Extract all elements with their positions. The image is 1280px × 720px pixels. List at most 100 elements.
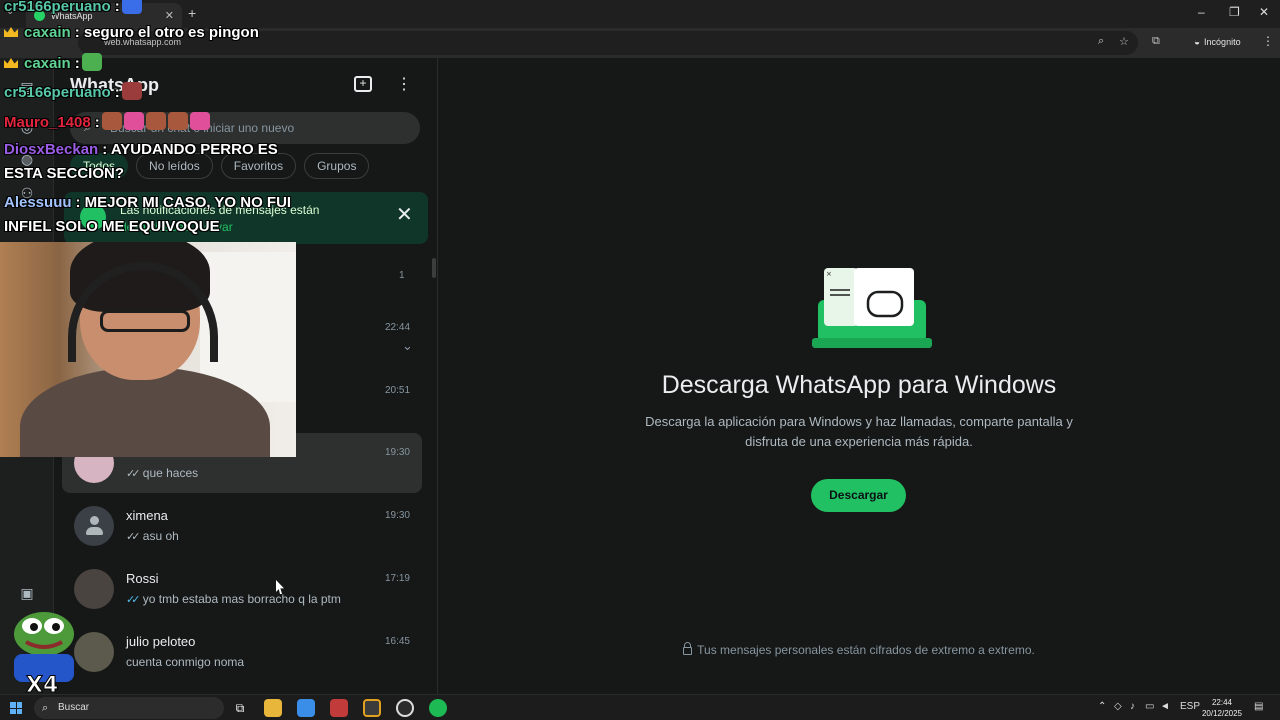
glasses <box>100 310 190 332</box>
stream-chat-line: DiosxBeckan: AYUDANDO PERRO ES <box>4 141 278 158</box>
stream-chat-line: caxain: <box>4 53 102 72</box>
incognito-icon: ◒ <box>1194 36 1201 48</box>
double-check-read-icon: ✓✓ <box>126 594 141 606</box>
chat-message: : <box>74 55 80 72</box>
chat-item[interactable]: ximena 19:30 ✓✓ asu oh <box>62 496 422 556</box>
encryption-note: Tus mensajes personales están cifrados d… <box>438 642 1280 657</box>
intro-title: Descarga WhatsApp para Windows <box>661 371 1057 399</box>
clock[interactable]: 22:44 20/12/2025 <box>1200 697 1244 719</box>
incognito-badge[interactable]: ◒ Incógnito <box>1186 33 1249 51</box>
emote-icon <box>145 112 166 130</box>
chat-time: 22:44 <box>385 322 411 333</box>
notifications-icon[interactable]: ▤ <box>1254 701 1263 712</box>
chat-preview-text: que haces <box>142 466 199 480</box>
lock-icon <box>683 642 693 655</box>
tray-overflow-icon[interactable]: ⌃ <box>1098 701 1106 712</box>
language-indicator[interactable]: ESP <box>1180 701 1200 712</box>
chat-preview: ✓✓ que haces <box>126 466 198 480</box>
chat-preview-text: cuenta conmigo noma <box>126 655 245 669</box>
chat-item[interactable]: julio peloteo 16:45 cuenta conmigo noma <box>62 622 422 682</box>
app-icon[interactable] <box>330 699 348 717</box>
obs-icon[interactable] <box>396 699 414 717</box>
intro-subtitle: Descarga la aplicación para Windows y ha… <box>645 414 1073 449</box>
chat-username: caxain <box>24 24 71 41</box>
new-tab-icon[interactable]: + <box>188 5 196 21</box>
emote-icon <box>189 112 210 130</box>
incognito-label: Incógnito <box>1204 37 1241 47</box>
stream-chat-line: cr5166peruano: <box>4 82 142 101</box>
network-icon[interactable]: ▭ <box>1145 701 1154 712</box>
chat-username: Alessuuu <box>4 194 72 211</box>
pepe-emote-icon: X4 <box>14 612 74 694</box>
intro-pane: × Descarga WhatsApp para Windows Descarg… <box>438 58 1280 694</box>
taskbar-search[interactable]: ⌕ Buscar <box>34 697 224 719</box>
minimize-icon[interactable]: – <box>1198 5 1205 19</box>
chat-item[interactable]: Rossi 17:19 ✓✓ yo tmb estaba mas borrach… <box>62 559 422 619</box>
scrollbar[interactable] <box>432 258 436 278</box>
chat-username: DiosxBeckan <box>4 141 99 158</box>
emote-icon <box>167 112 188 130</box>
stream-chat-line: Mauro_1408: <box>4 112 210 131</box>
taskbar: ⌕ Buscar ⧉ ⌃ ◇ ♪ ▭ ◄ ESP 22:44 20/12/202… <box>0 694 1280 720</box>
menu-icon[interactable]: ⋮ <box>396 74 412 94</box>
close-tab-icon[interactable]: ✕ <box>165 9 174 22</box>
chat-preview-text: asu oh <box>142 529 179 543</box>
windows-start-icon[interactable] <box>10 702 22 714</box>
chat-message: ESTA SECCION? <box>4 165 125 182</box>
extensions-icon[interactable]: ⧉ <box>1152 35 1160 48</box>
bookmark-star-icon[interactable]: ☆ <box>1119 35 1129 48</box>
crown-badge-icon <box>4 58 18 68</box>
chat-message: : <box>94 114 100 131</box>
tray-app-icon[interactable]: ◇ <box>1114 701 1122 712</box>
chat-message: : MEJOR MI CASO, YO NO FUI <box>75 194 292 211</box>
chat-username: cr5166peruano <box>4 0 111 15</box>
crown-badge-icon <box>4 27 18 37</box>
restore-icon[interactable]: ❐ <box>1229 5 1240 19</box>
emote-icon <box>101 112 122 130</box>
chat-username: caxain <box>24 55 71 72</box>
volume-icon[interactable]: ◄ <box>1160 701 1170 712</box>
laptop-chat-illustration-icon: × <box>812 268 932 348</box>
emote-icon <box>121 0 142 14</box>
microphone-icon[interactable]: ♪ <box>1130 701 1135 712</box>
svg-text:×: × <box>826 270 832 278</box>
stream-chat-line: caxain: seguro el otro es pingon <box>4 24 259 41</box>
chevron-down-icon[interactable]: ⌄ <box>402 338 413 354</box>
media-icon[interactable]: ▣ <box>18 584 36 602</box>
chat-message: : AYUDANDO PERRO ES <box>102 141 278 158</box>
clock-time: 22:44 <box>1211 698 1233 707</box>
chat-name: ximena <box>126 508 168 523</box>
download-button[interactable]: Descargar <box>811 479 906 512</box>
chat-time: 19:30 <box>384 510 410 521</box>
encryption-text: Tus mensajes personales están cifrados d… <box>697 643 1035 657</box>
chat-username: cr5166peruano <box>4 84 111 101</box>
browser-menu-icon[interactable]: ⋮ <box>1262 34 1274 48</box>
task-view-icon[interactable]: ⧉ <box>231 699 249 717</box>
close-window-icon[interactable]: ✕ <box>1259 5 1269 19</box>
avatar <box>74 569 114 609</box>
new-chat-icon[interactable]: + <box>354 76 372 92</box>
file-explorer-icon[interactable] <box>264 699 282 717</box>
spotify-icon[interactable] <box>429 699 447 717</box>
filter-groups[interactable]: Grupos <box>304 153 370 179</box>
chrome-icon[interactable] <box>363 699 381 717</box>
chat-time: 17:19 <box>384 573 410 584</box>
stream-chat-line: cr5166peruano: <box>4 0 142 15</box>
notepad-icon[interactable] <box>297 699 315 717</box>
double-check-icon: ✓✓ <box>126 531 141 543</box>
svg-text:X4: X4 <box>26 673 58 694</box>
clock-date: 20/12/2025 <box>1201 709 1243 718</box>
chat-message: : <box>114 0 120 15</box>
emote-icon <box>81 53 102 71</box>
taskbar-search-label: Buscar <box>58 702 90 713</box>
stream-chat-line: ESTA SECCION? <box>4 165 124 182</box>
emote-icon <box>123 112 144 130</box>
chat-time: 16:45 <box>384 636 410 647</box>
stream-chat-line: Alessuuu: MEJOR MI CASO, YO NO FUI <box>4 194 291 211</box>
chat-message: : seguro el otro es pingon <box>74 24 259 41</box>
chat-message: INFIEL SOLO ME EQUIVOQUE <box>4 218 220 235</box>
chat-preview: cuenta conmigo noma <box>126 655 244 669</box>
zoom-icon[interactable]: ⌕ <box>1098 35 1104 48</box>
unread-badge: 1 <box>399 270 405 281</box>
close-banner-icon[interactable]: ✕ <box>396 202 413 227</box>
